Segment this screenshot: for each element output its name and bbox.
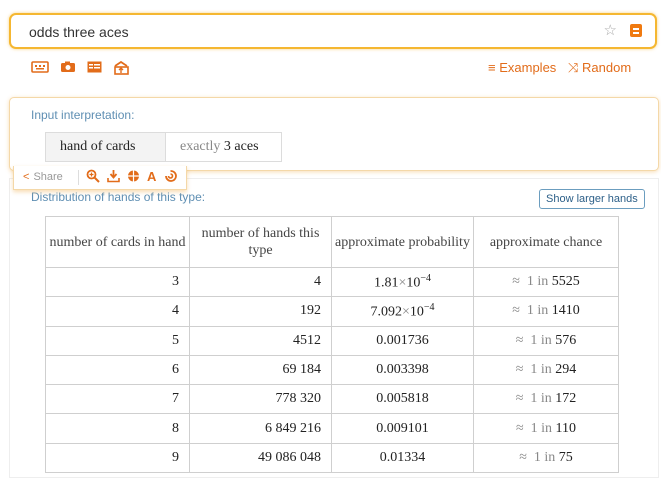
hands-cell: 69 184 — [189, 354, 332, 386]
column-header: number of hands this type — [189, 216, 332, 268]
probability-cell: 7.092×10−4 — [331, 296, 474, 327]
table-row: 3 4 1.81×10−4 ≈ 1 in 5525 — [45, 266, 619, 298]
hands-cell: 192 — [189, 296, 332, 327]
pod-title: Input interpretation: — [31, 108, 135, 122]
probability-cell: 0.001736 — [331, 325, 474, 356]
camera-icon[interactable] — [60, 61, 76, 76]
cards-cell: 3 — [45, 266, 190, 298]
distribution-table: number of cards in hand number of hands … — [45, 216, 619, 474]
share-toolbar: < Share A — [13, 166, 187, 190]
show-larger-hands-button[interactable]: Show larger hands — [539, 189, 645, 209]
table-row: 8 6 849 216 0.009101 ≈ 1 in 110 — [45, 413, 619, 444]
input-interpretation-pod: Input interpretation: hand of cards exac… — [9, 97, 659, 171]
download-icon[interactable] — [107, 169, 120, 186]
cards-cell: 9 — [45, 442, 190, 474]
chance-cell: ≈ 1 in 1410 — [473, 296, 619, 327]
data-icon[interactable] — [127, 169, 140, 186]
link-icon[interactable] — [164, 169, 177, 186]
examples-link[interactable]: ≡ Examples — [488, 60, 556, 75]
hands-cell: 4512 — [189, 325, 332, 356]
shuffle-icon: ⤨ — [568, 60, 579, 75]
probability-cell: 0.009101 — [331, 413, 474, 444]
zoom-icon[interactable] — [86, 169, 100, 186]
chance-cell: ≈ 1 in 75 — [473, 442, 619, 474]
chance-cell: ≈ 1 in 576 — [473, 325, 619, 356]
interpretation-chip-main: hand of cards — [45, 132, 166, 162]
qualifier-value: 3 aces — [223, 139, 259, 154]
chance-cell: ≈ 1 in 5525 — [473, 266, 619, 298]
distribution-pod: Distribution of hands of this type: Show… — [9, 178, 659, 478]
probability-cell: 0.01334 — [331, 442, 474, 474]
table-row: 4 192 7.092×10−4 ≈ 1 in 1410 — [45, 296, 619, 327]
share-icon: < — [23, 171, 30, 183]
chance-cell: ≈ 1 in 172 — [473, 384, 619, 415]
table-row: 6 69 184 0.003398 ≈ 1 in 294 — [45, 354, 619, 386]
star-icon[interactable]: ☆ — [604, 21, 617, 39]
table-row: 7 778 320 0.005818 ≈ 1 in 172 — [45, 384, 619, 415]
cards-cell: 6 — [45, 354, 190, 386]
column-header: approximate chance — [473, 216, 619, 268]
divider — [78, 170, 79, 185]
hands-cell: 778 320 — [189, 384, 332, 415]
keyboard-icon[interactable] — [31, 61, 49, 76]
random-label: Random — [582, 60, 632, 75]
column-header: approximate probability — [331, 216, 474, 268]
column-header: number of cards in hand — [45, 216, 190, 268]
interpretation-chip-qualifier: exactly 3 aces — [165, 132, 282, 162]
hands-cell: 4 — [189, 266, 332, 298]
table-row: 5 4512 0.001736 ≈ 1 in 576 — [45, 325, 619, 356]
chance-cell: ≈ 1 in 294 — [473, 354, 619, 386]
cards-cell: 4 — [45, 296, 190, 327]
table-row: 9 49 086 048 0.01334 ≈ 1 in 75 — [45, 442, 619, 474]
hands-cell: 6 849 216 — [189, 413, 332, 444]
cards-cell: 7 — [45, 384, 190, 415]
qualifier-prefix: exactly — [180, 139, 221, 154]
probability-cell: 0.005818 — [331, 384, 474, 415]
share-button[interactable]: < Share — [23, 171, 63, 183]
table-input-icon[interactable] — [87, 61, 102, 76]
probability-cell: 1.81×10−4 — [331, 266, 474, 298]
cards-cell: 8 — [45, 413, 190, 444]
probability-cell: 0.003398 — [331, 354, 474, 386]
search-input[interactable]: odds three aces — [29, 24, 129, 40]
upload-icon[interactable] — [113, 60, 130, 78]
text-icon[interactable]: A — [147, 169, 156, 184]
list-icon: ≡ — [488, 60, 496, 75]
examples-label: Examples — [499, 60, 557, 75]
hands-cell: 49 086 048 — [189, 442, 332, 474]
pod-title: Distribution of hands of this type: — [31, 190, 206, 204]
table-header-row: number of cards in hand number of hands … — [45, 216, 619, 268]
search-bar[interactable]: odds three aces ☆ — [9, 13, 657, 49]
cards-cell: 5 — [45, 325, 190, 356]
chance-cell: ≈ 1 in 110 — [473, 413, 619, 444]
brand-menu-icon[interactable] — [630, 24, 642, 37]
random-link[interactable]: ⤨ Random — [568, 60, 631, 76]
